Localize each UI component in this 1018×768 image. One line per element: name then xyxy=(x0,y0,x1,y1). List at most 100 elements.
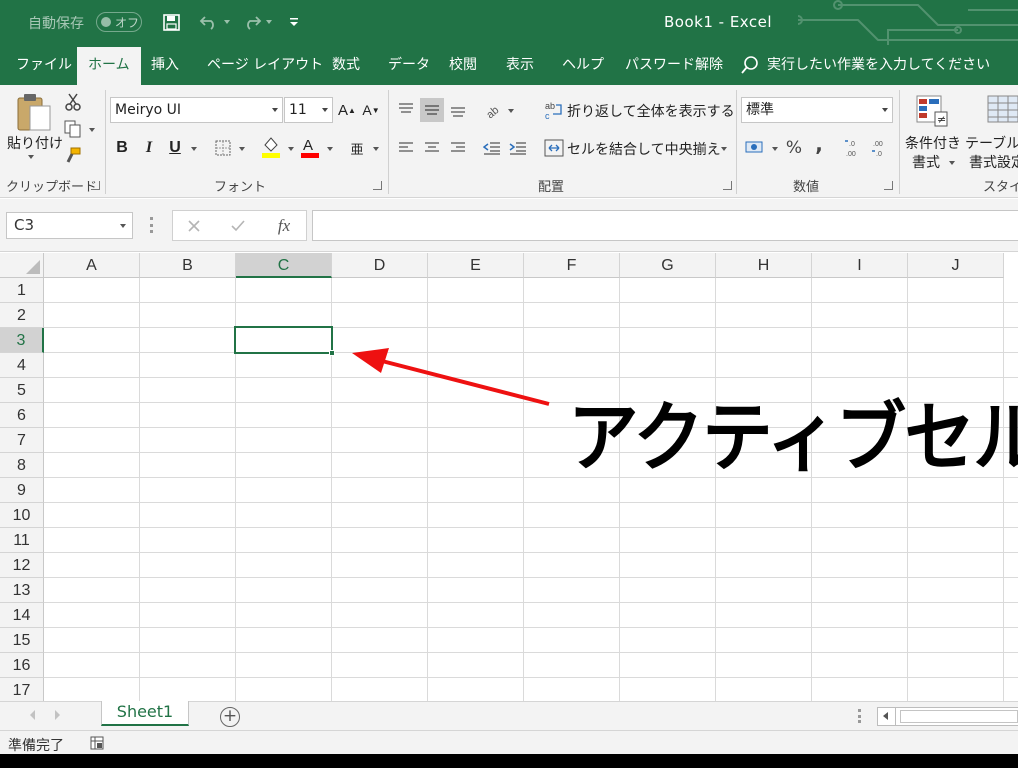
increase-indent-icon[interactable] xyxy=(507,136,529,160)
merge-center-button[interactable]: セルを結合して中央揃え xyxy=(567,139,721,159)
row-header-6[interactable]: 6 xyxy=(0,403,44,428)
column-header-j[interactable]: J xyxy=(908,253,1004,278)
increase-font-size-icon[interactable]: A ▲ xyxy=(337,98,357,122)
wrap-text-icon[interactable]: ab c xyxy=(543,99,565,121)
tab-view[interactable]: 表示 xyxy=(506,45,534,85)
active-cell[interactable] xyxy=(234,326,335,356)
column-header-a[interactable]: A xyxy=(44,253,140,278)
merge-center-icon[interactable] xyxy=(543,137,565,159)
select-all-button[interactable] xyxy=(0,253,44,278)
confirm-entry-icon[interactable] xyxy=(223,211,253,240)
phonetic-guide-icon[interactable]: 亜 xyxy=(347,136,367,160)
wrap-text-button[interactable]: 折り返して全体を表示する xyxy=(567,101,735,121)
format-painter-icon[interactable] xyxy=(62,145,84,167)
row-header-5[interactable]: 5 xyxy=(0,378,44,403)
paste-icon[interactable] xyxy=(14,91,54,135)
column-header-b[interactable]: B xyxy=(140,253,236,278)
cut-icon[interactable] xyxy=(62,91,84,113)
font-launcher-icon[interactable] xyxy=(373,181,382,190)
column-header-e[interactable]: E xyxy=(428,253,524,278)
tab-page-layout[interactable]: ページ レイアウト xyxy=(207,45,323,85)
scroll-left-icon[interactable] xyxy=(878,708,896,725)
sheet-prev-icon[interactable] xyxy=(30,710,35,720)
align-right-icon[interactable] xyxy=(447,136,469,160)
underline-button[interactable]: U xyxy=(165,136,185,160)
tab-splitter-grip[interactable] xyxy=(858,709,861,723)
copy-icon[interactable] xyxy=(62,118,84,140)
orientation-icon[interactable]: ab xyxy=(482,98,504,122)
tab-insert[interactable]: 挿入 xyxy=(151,45,179,85)
bold-button[interactable]: B xyxy=(112,136,132,160)
name-box[interactable]: C3 xyxy=(6,212,133,239)
align-center-icon[interactable] xyxy=(421,136,443,160)
row-header-13[interactable]: 13 xyxy=(0,578,44,603)
column-header-h[interactable]: H xyxy=(716,253,812,278)
percent-style-button[interactable]: % xyxy=(784,136,804,160)
scrollbar-thumb[interactable] xyxy=(900,710,1018,723)
conditional-formatting-icon[interactable]: ≠ xyxy=(914,93,950,129)
insert-function-button[interactable]: fx xyxy=(269,211,299,240)
redo-icon[interactable] xyxy=(240,10,264,34)
sheet-next-icon[interactable] xyxy=(55,710,60,720)
row-header-4[interactable]: 4 xyxy=(0,353,44,378)
font-name-select[interactable]: Meiryo UI xyxy=(110,97,283,123)
align-top-icon[interactable] xyxy=(395,98,417,122)
number-format-select[interactable]: 標準 xyxy=(741,97,893,123)
horizontal-scrollbar[interactable] xyxy=(877,707,1018,726)
autosave-toggle[interactable]: オフ xyxy=(96,12,142,32)
column-header-d[interactable]: D xyxy=(332,253,428,278)
row-header-15[interactable]: 15 xyxy=(0,628,44,653)
row-header-10[interactable]: 10 xyxy=(0,503,44,528)
row-header-8[interactable]: 8 xyxy=(0,453,44,478)
font-size-select[interactable]: 11 xyxy=(284,97,333,123)
macro-recording-icon[interactable] xyxy=(90,736,104,754)
tab-help[interactable]: ヘルプ xyxy=(562,45,604,85)
add-sheet-button[interactable]: + xyxy=(220,707,240,727)
row-header-17[interactable]: 17 xyxy=(0,678,44,701)
row-header-7[interactable]: 7 xyxy=(0,428,44,453)
tab-file[interactable]: ファイル xyxy=(16,45,72,85)
conditional-formatting-button[interactable]: 条件付き xyxy=(905,133,961,153)
formula-input[interactable] xyxy=(312,210,1018,241)
tab-password-remove[interactable]: パスワード解除 xyxy=(625,45,723,85)
clipboard-launcher-icon[interactable] xyxy=(91,181,100,190)
undo-dropdown-icon[interactable] xyxy=(220,10,234,34)
tab-review[interactable]: 校閲 xyxy=(449,45,477,85)
row-header-9[interactable]: 9 xyxy=(0,478,44,503)
tab-data[interactable]: データ xyxy=(388,45,430,85)
fill-handle[interactable] xyxy=(329,350,335,356)
number-launcher-icon[interactable] xyxy=(884,181,893,190)
increase-decimal-icon[interactable]: .0.00 xyxy=(842,136,866,160)
tab-home[interactable]: ホーム xyxy=(77,47,141,85)
row-header-3[interactable]: 3 xyxy=(0,328,44,353)
format-as-table-icon[interactable] xyxy=(984,93,1018,129)
formula-bar-grip[interactable] xyxy=(150,217,153,233)
undo-icon[interactable] xyxy=(197,10,221,34)
customize-qat-icon[interactable] xyxy=(285,10,303,34)
row-header-14[interactable]: 14 xyxy=(0,603,44,628)
align-bottom-icon[interactable] xyxy=(447,98,469,122)
borders-icon[interactable] xyxy=(211,136,235,160)
format-as-table-button[interactable]: テーブルと xyxy=(965,133,1018,153)
column-header-g[interactable]: G xyxy=(620,253,716,278)
decrease-indent-icon[interactable] xyxy=(481,136,503,160)
comma-style-button[interactable]: , xyxy=(811,132,827,156)
italic-button[interactable]: I xyxy=(139,136,159,160)
save-icon[interactable] xyxy=(159,10,183,34)
decrease-decimal-icon[interactable]: .00.0 xyxy=(869,136,893,160)
column-header-f[interactable]: F xyxy=(524,253,620,278)
row-header-11[interactable]: 11 xyxy=(0,528,44,553)
column-header-c[interactable]: C xyxy=(236,253,332,278)
redo-dropdown-icon[interactable] xyxy=(262,10,276,34)
sheet-tab-sheet1[interactable]: Sheet1 xyxy=(101,701,189,726)
column-header-i[interactable]: I xyxy=(812,253,908,278)
paste-button[interactable]: 貼り付け xyxy=(7,133,63,153)
row-header-16[interactable]: 16 xyxy=(0,653,44,678)
row-header-12[interactable]: 12 xyxy=(0,553,44,578)
tab-formulas[interactable]: 数式 xyxy=(332,45,360,85)
cancel-entry-icon[interactable] xyxy=(179,211,209,240)
font-color-icon[interactable]: A xyxy=(297,133,323,161)
alignment-launcher-icon[interactable] xyxy=(723,181,732,190)
row-header-1[interactable]: 1 xyxy=(0,278,44,303)
fill-color-icon[interactable] xyxy=(258,133,284,161)
